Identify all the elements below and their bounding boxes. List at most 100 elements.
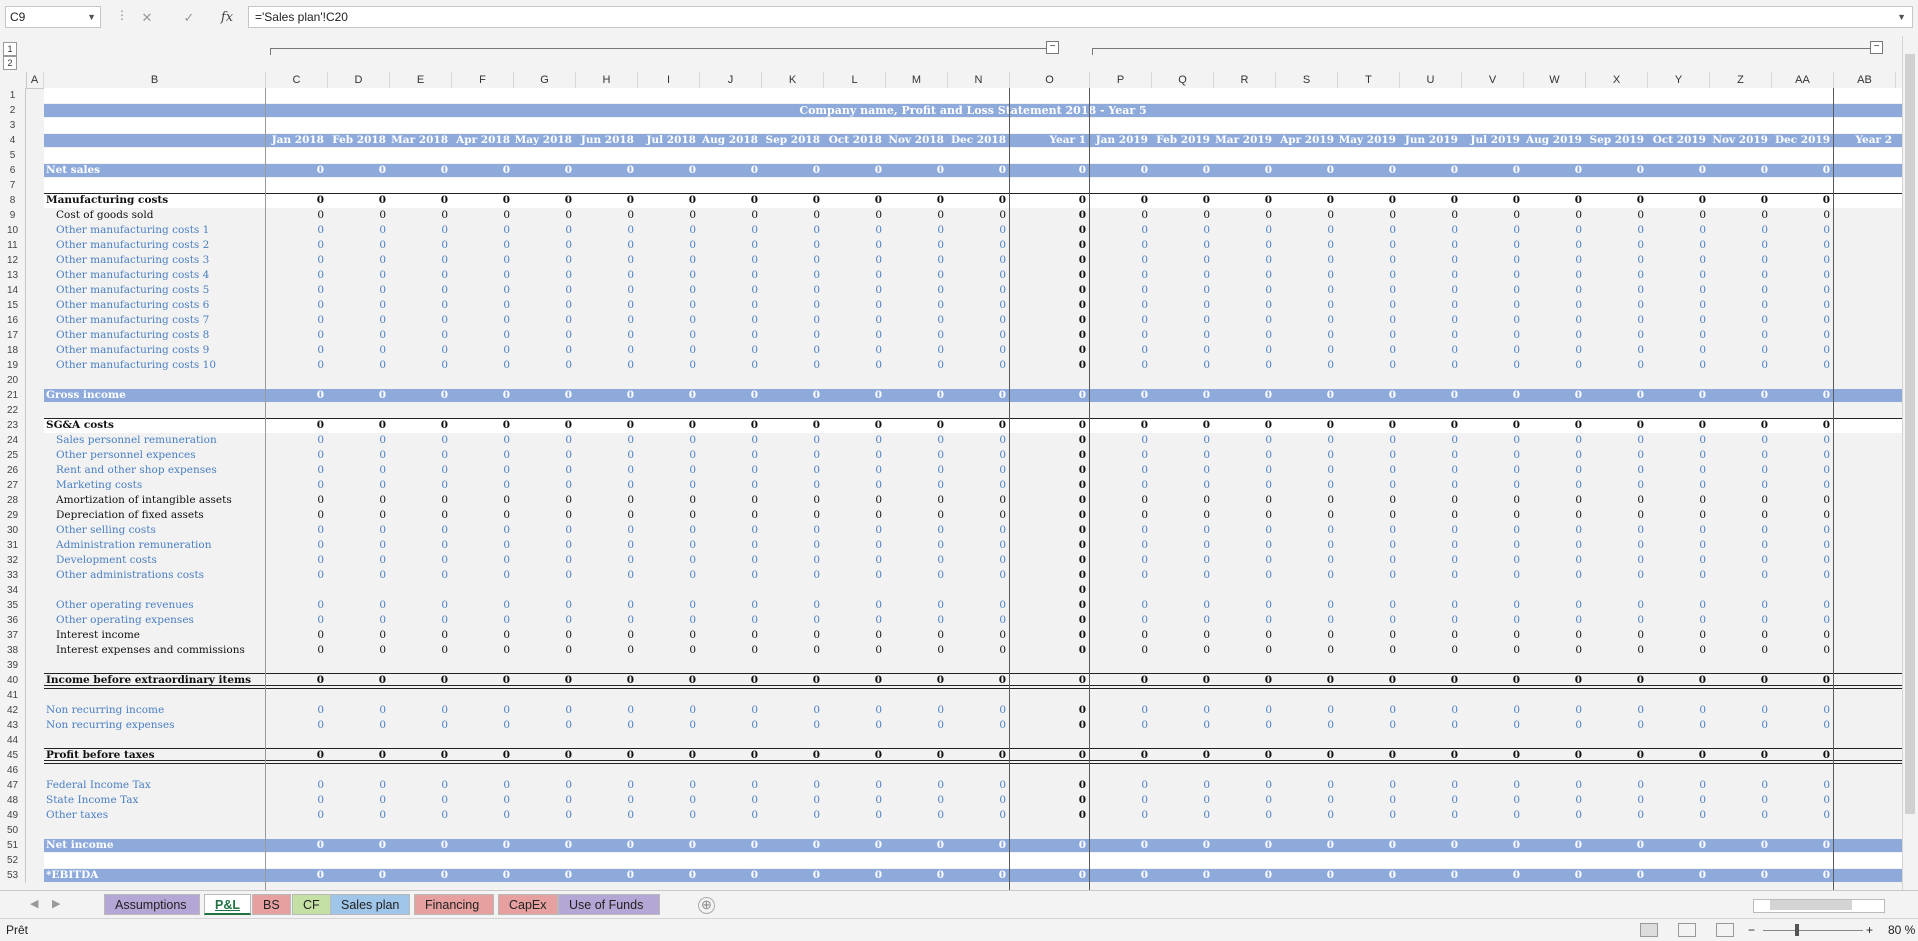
value-cell[interactable]: 0 (1400, 718, 1462, 733)
value-cell[interactable]: 0 (1152, 313, 1214, 328)
value-cell[interactable]: 0 (1648, 643, 1710, 658)
value-cell[interactable]: 0 (700, 523, 762, 538)
value-cell[interactable]: 0 (1400, 553, 1462, 568)
value-cell[interactable]: 0 (700, 193, 762, 208)
column-header-o[interactable]: O (1010, 72, 1090, 88)
value-cell[interactable]: 0 (948, 748, 1010, 763)
value-cell[interactable]: 0 (1648, 598, 1710, 613)
value-cell[interactable]: 0 (1648, 838, 1710, 853)
value-cell[interactable]: 0 (824, 268, 886, 283)
value-cell[interactable]: 0 (1338, 703, 1400, 718)
value-cell[interactable]: 0 (1400, 313, 1462, 328)
value-cell[interactable]: 0 (1152, 748, 1214, 763)
value-cell[interactable]: 0 (514, 643, 576, 658)
value-cell[interactable]: 0 (1010, 358, 1090, 373)
row-header[interactable]: 20 (0, 373, 26, 388)
value-cell[interactable]: 0 (638, 208, 700, 223)
value-cell[interactable]: 0 (1462, 163, 1524, 178)
value-cell[interactable]: 0 (1772, 313, 1834, 328)
value-cell[interactable]: 0 (1152, 283, 1214, 298)
value-cell[interactable]: 0 (1648, 268, 1710, 283)
value-cell[interactable]: 0 (1090, 223, 1152, 238)
value-cell[interactable]: 0 (1214, 628, 1276, 643)
formula-input[interactable]: ='Sales plan'!C20 ▼ (248, 6, 1913, 28)
value-cell[interactable]: 0 (1276, 703, 1338, 718)
value-cell[interactable]: 0 (576, 268, 638, 283)
value-cell[interactable]: 0 (886, 478, 948, 493)
value-cell[interactable]: 0 (948, 268, 1010, 283)
value-cell[interactable]: 0 (948, 163, 1010, 178)
value-cell[interactable]: 0 (1400, 523, 1462, 538)
value-cell[interactable]: 0 (1648, 313, 1710, 328)
month-header[interactable]: Apr 2019 (1276, 133, 1338, 148)
value-cell[interactable]: 0 (1090, 388, 1152, 403)
collapse-group-year2-button[interactable]: − (1870, 41, 1883, 54)
row-label[interactable]: Net sales (44, 163, 266, 178)
value-cell[interactable]: 0 (390, 418, 452, 433)
value-cell[interactable]: 0 (1400, 193, 1462, 208)
row-header[interactable]: 10 (0, 223, 26, 238)
value-cell[interactable]: 0 (1462, 418, 1524, 433)
value-cell[interactable]: 0 (1586, 643, 1648, 658)
value-cell[interactable]: 0 (1010, 163, 1090, 178)
value-cell[interactable]: 0 (1400, 238, 1462, 253)
row-header[interactable]: 47 (0, 778, 26, 793)
value-cell[interactable]: 0 (948, 358, 1010, 373)
value-cell[interactable]: 0 (948, 253, 1010, 268)
value-cell[interactable]: 0 (1772, 748, 1834, 763)
value-cell[interactable]: 0 (1338, 568, 1400, 583)
value-cell[interactable]: 0 (1010, 568, 1090, 583)
value-cell[interactable]: 0 (824, 328, 886, 343)
value-cell[interactable]: 0 (1010, 223, 1090, 238)
value-cell[interactable]: 0 (1152, 448, 1214, 463)
value-cell[interactable]: 0 (576, 448, 638, 463)
vertical-scroll-thumb[interactable] (1905, 54, 1915, 814)
value-cell[interactable]: 0 (328, 598, 390, 613)
value-cell[interactable]: 0 (1400, 868, 1462, 883)
row-header[interactable]: 34 (0, 583, 26, 598)
value-cell[interactable]: 0 (514, 673, 576, 688)
value-cell[interactable]: 0 (1772, 418, 1834, 433)
value-cell[interactable]: 0 (1772, 358, 1834, 373)
value-cell[interactable]: 0 (452, 253, 514, 268)
value-cell[interactable]: 0 (762, 538, 824, 553)
collapse-group-year1-button[interactable]: − (1046, 41, 1059, 54)
value-cell[interactable]: 0 (638, 718, 700, 733)
value-cell[interactable]: 0 (1010, 433, 1090, 448)
value-cell[interactable]: 0 (1152, 493, 1214, 508)
value-cell[interactable]: 0 (1152, 553, 1214, 568)
value-cell[interactable]: 0 (514, 868, 576, 883)
value-cell[interactable]: 0 (266, 283, 328, 298)
row-label[interactable]: Other administrations costs (44, 568, 266, 583)
value-cell[interactable]: 0 (514, 523, 576, 538)
value-cell[interactable]: 0 (1276, 238, 1338, 253)
column-header-n[interactable]: N (948, 72, 1010, 88)
value-cell[interactable]: 0 (1586, 613, 1648, 628)
value-cell[interactable]: 0 (1710, 643, 1772, 658)
value-cell[interactable]: 0 (1152, 343, 1214, 358)
value-cell[interactable]: 0 (1010, 208, 1090, 223)
formula-expand-icon[interactable]: ▼ (1897, 7, 1906, 27)
value-cell[interactable]: 0 (1010, 583, 1090, 598)
value-cell[interactable]: 0 (452, 298, 514, 313)
value-cell[interactable]: 0 (638, 793, 700, 808)
value-cell[interactable]: 0 (1152, 568, 1214, 583)
value-cell[interactable]: 0 (1648, 673, 1710, 688)
value-cell[interactable]: 0 (1010, 268, 1090, 283)
month-header[interactable]: Dec 2019 (1772, 133, 1834, 148)
value-cell[interactable]: 0 (1648, 208, 1710, 223)
value-cell[interactable]: 0 (1090, 598, 1152, 613)
value-cell[interactable]: 0 (514, 253, 576, 268)
value-cell[interactable]: 0 (266, 238, 328, 253)
row-label[interactable]: Interest expenses and commissions (44, 643, 266, 658)
value-cell[interactable]: 0 (948, 478, 1010, 493)
value-cell[interactable]: 0 (1090, 748, 1152, 763)
value-cell[interactable]: 0 (328, 778, 390, 793)
value-cell[interactable]: 0 (514, 433, 576, 448)
value-cell[interactable]: 0 (1586, 838, 1648, 853)
value-cell[interactable]: 0 (452, 328, 514, 343)
value-cell[interactable]: 0 (762, 358, 824, 373)
value-cell[interactable]: 0 (514, 508, 576, 523)
row-header[interactable]: 9 (0, 208, 26, 223)
value-cell[interactable]: 0 (1338, 418, 1400, 433)
